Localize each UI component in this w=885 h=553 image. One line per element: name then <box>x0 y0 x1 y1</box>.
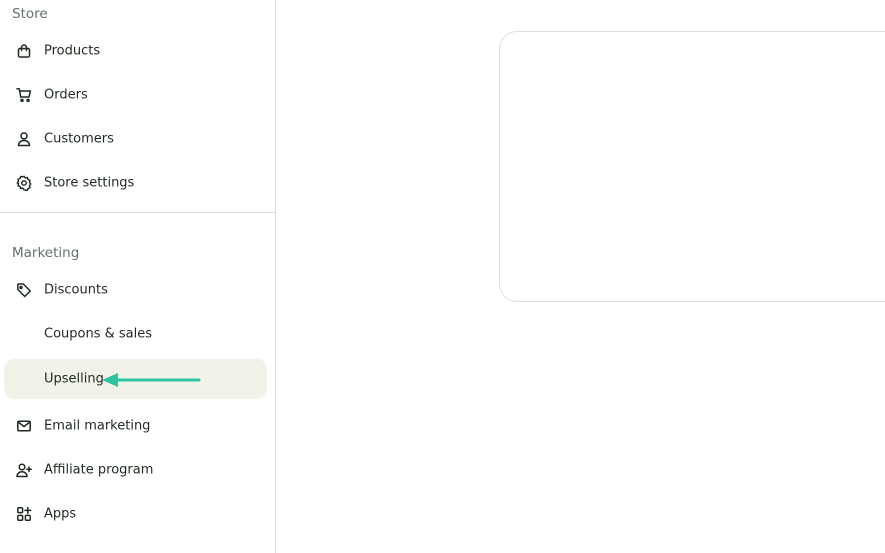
sidebar: Store Products Orders Customers Store se… <box>0 0 276 553</box>
sidebar-item-label: Discounts <box>44 282 108 298</box>
cart-icon <box>16 87 32 103</box>
apps-grid-icon <box>16 506 32 522</box>
sidebar-item-email-marketing[interactable]: Email marketing <box>4 406 267 446</box>
sidebar-item-orders[interactable]: Orders <box>4 75 267 115</box>
section-label-store: Store <box>12 6 48 22</box>
sidebar-item-customers[interactable]: Customers <box>4 119 267 159</box>
annotation-arrow <box>102 373 201 387</box>
user-icon <box>16 131 32 147</box>
shopping-bag-icon <box>16 43 32 59</box>
user-plus-icon <box>16 462 32 478</box>
mail-icon <box>16 418 32 434</box>
sidebar-item-label: Store settings <box>44 175 135 191</box>
sidebar-item-apps[interactable]: Apps <box>4 494 267 534</box>
sidebar-item-label: Coupons & sales <box>44 326 153 342</box>
sidebar-item-label: Affiliate program <box>44 462 154 478</box>
sidebar-item-label: Products <box>44 43 101 59</box>
section-divider <box>0 212 275 213</box>
sidebar-item-store-settings[interactable]: Store settings <box>4 163 267 203</box>
section-label-marketing: Marketing <box>12 245 80 261</box>
sidebar-item-affiliate-program[interactable]: Affiliate program <box>4 450 267 490</box>
sidebar-item-label: Upselling <box>44 371 104 387</box>
tag-icon <box>16 282 32 298</box>
sidebar-item-discounts[interactable]: Discounts <box>4 270 267 310</box>
sidebar-item-label: Email marketing <box>44 418 151 434</box>
main-content <box>276 0 885 553</box>
sidebar-item-label: Apps <box>44 506 77 522</box>
page: Store Products Orders Customers Store se… <box>0 0 885 553</box>
content-card <box>499 31 885 302</box>
sidebar-item-label: Customers <box>44 131 114 147</box>
sidebar-item-coupons-sales[interactable]: Coupons & sales <box>4 314 267 354</box>
gear-icon <box>16 175 32 191</box>
sidebar-item-products[interactable]: Products <box>4 31 267 71</box>
sidebar-item-label: Orders <box>44 87 88 103</box>
